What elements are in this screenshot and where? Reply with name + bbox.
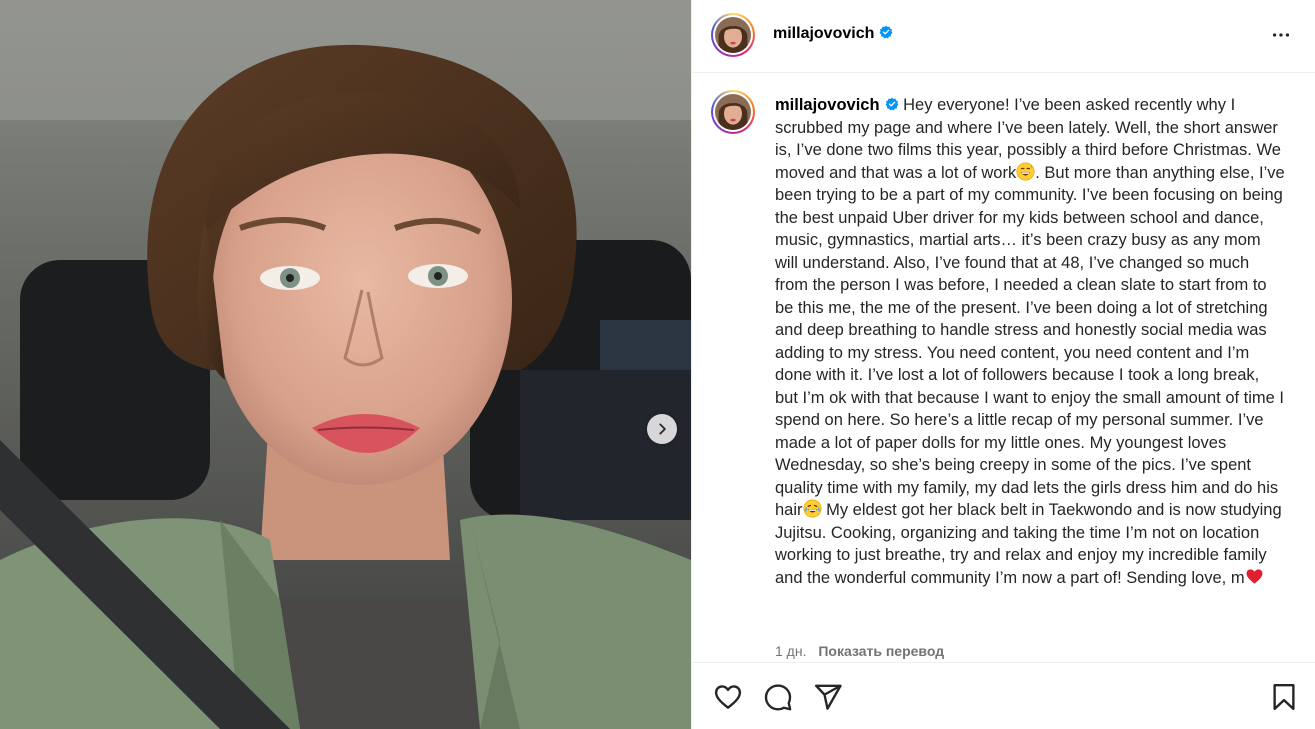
more-options-button[interactable] <box>1268 22 1294 48</box>
post-header: millajovovich <box>692 0 1315 73</box>
chevron-right-icon <box>659 423 666 435</box>
comment-button[interactable] <box>762 681 794 713</box>
red-heart-emoji <box>1245 567 1264 586</box>
like-button[interactable] <box>712 681 744 713</box>
save-button[interactable] <box>1268 681 1300 713</box>
next-image-button[interactable] <box>647 414 677 444</box>
show-translation-link[interactable]: Показать перевод <box>818 643 944 659</box>
heart-icon <box>714 685 742 709</box>
caption-text-part-2: . But more than anything else, I’ve been… <box>775 163 1285 520</box>
paper-plane-icon <box>814 684 842 710</box>
tears-of-joy-emoji <box>802 499 822 518</box>
comment-icon <box>764 684 792 711</box>
bookmark-icon <box>1273 683 1295 711</box>
post-author-username[interactable]: millajovovich <box>773 25 893 43</box>
post-photo <box>0 0 691 729</box>
avatar-image <box>715 17 751 53</box>
grinning-sweat-emoji <box>1016 161 1035 181</box>
caption-text-part-3: My eldest got her black belt in Taekwond… <box>775 501 1282 587</box>
username-text[interactable]: millajovovich <box>773 25 874 42</box>
avatar-image <box>715 94 751 130</box>
verified-badge-icon <box>885 97 899 111</box>
share-button[interactable] <box>812 681 844 713</box>
post-media[interactable] <box>0 0 691 729</box>
more-horizontal-icon <box>1272 33 1290 37</box>
verified-badge-icon <box>879 25 893 39</box>
caption-section: millajovovich Hey everyone! I’ve been as… <box>692 74 1315 662</box>
caption-avatar[interactable] <box>711 90 755 134</box>
avatar[interactable] <box>711 13 755 57</box>
caption-username[interactable]: millajovovich <box>775 96 880 114</box>
post-meta: 1 дн. Показать перевод <box>775 643 944 659</box>
post-actions-bar <box>692 662 1315 729</box>
post-details-panel: millajovovich millajovovich Hey everyone… <box>691 0 1315 729</box>
post-caption: millajovovich Hey everyone! I’ve been as… <box>775 94 1285 589</box>
post-time-ago[interactable]: 1 дн. <box>775 643 806 659</box>
